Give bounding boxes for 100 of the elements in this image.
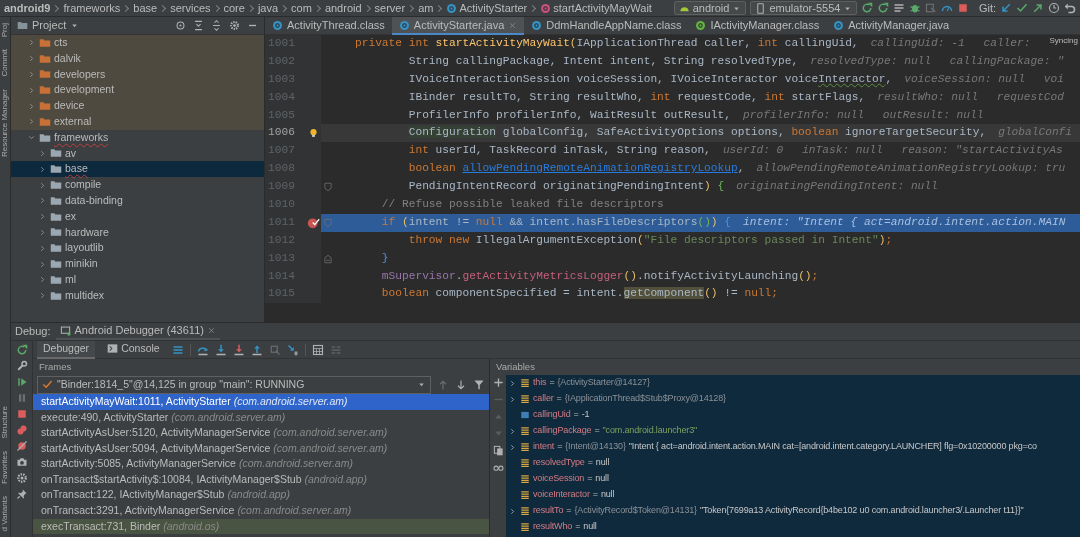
chevron-icon[interactable] bbox=[38, 275, 47, 285]
chevron-icon[interactable] bbox=[27, 70, 36, 79]
drop-frame-icon[interactable] bbox=[268, 343, 281, 356]
tree-item[interactable]: frameworks bbox=[11, 129, 264, 146]
variable-item[interactable]: voiceSession = null bbox=[533, 472, 609, 486]
plus-icon[interactable] bbox=[492, 377, 504, 388]
run-config-dropdown[interactable]: android bbox=[673, 1, 747, 15]
expand-icon[interactable] bbox=[211, 20, 222, 31]
stack-frame[interactable]: startActivityAsUser:5120, ActivityManagerService (com.android.server.am) bbox=[33, 425, 489, 441]
arrow-icon[interactable] bbox=[1000, 2, 1012, 14]
step-out-icon[interactable] bbox=[250, 343, 263, 356]
resume-icon[interactable] bbox=[15, 376, 28, 388]
stack-frame[interactable]: onTransact:122, IActivityManager$Stub (android.app) bbox=[33, 487, 489, 504]
pin-icon[interactable] bbox=[15, 488, 28, 500]
chevron-icon[interactable] bbox=[38, 212, 47, 222]
breadcrumb-item[interactable]: am bbox=[418, 0, 434, 16]
variable-item[interactable]: this = {ActivityStarter@14127} bbox=[533, 376, 650, 390]
breadcrumb-item[interactable]: android9 bbox=[4, 0, 51, 16]
editor-tab[interactable]: IActivityManager.class bbox=[688, 17, 827, 35]
breadcrumb-item[interactable]: server bbox=[374, 0, 406, 16]
settings-icon[interactable] bbox=[229, 20, 240, 31]
sync-icon[interactable] bbox=[877, 2, 890, 14]
device-dropdown[interactable]: emulator-5554 bbox=[750, 1, 858, 15]
tree-item[interactable]: av bbox=[11, 145, 264, 162]
breadcrumb-item[interactable]: base bbox=[133, 0, 158, 16]
wrench-icon[interactable] bbox=[15, 360, 28, 372]
tree-item[interactable]: multidex bbox=[11, 287, 264, 304]
chevron-icon[interactable] bbox=[27, 38, 36, 48]
variable-item[interactable]: callingUid = -1 bbox=[533, 408, 590, 422]
camera-icon[interactable] bbox=[15, 456, 28, 468]
breadcrumb-item[interactable]: services bbox=[170, 0, 211, 16]
tool-window-label[interactable]: Commit bbox=[0, 49, 10, 77]
filter-icon[interactable] bbox=[473, 378, 485, 391]
breadcrumb-item[interactable]: core bbox=[223, 0, 245, 16]
lines-icon[interactable] bbox=[171, 343, 184, 356]
breakpoints-icon[interactable] bbox=[15, 424, 28, 436]
fold-marker-icon[interactable] bbox=[323, 182, 333, 193]
editor-tab[interactable]: DdmHandleAppName.class bbox=[524, 17, 689, 35]
chevron-icon[interactable] bbox=[38, 164, 47, 174]
attach-icon[interactable] bbox=[925, 2, 938, 14]
project-view-selector[interactable]: Project bbox=[17, 17, 80, 34]
chevron-icon[interactable] bbox=[38, 148, 47, 158]
tree-item[interactable]: base bbox=[11, 161, 264, 178]
undo-icon[interactable] bbox=[1064, 2, 1076, 14]
tree-item[interactable]: development bbox=[11, 82, 264, 99]
close-icon[interactable] bbox=[508, 20, 518, 30]
settings-icon[interactable] bbox=[15, 472, 28, 484]
stack-frame[interactable]: onTransact$startActivity$:10084, IActivityManager$Stub (android.app) bbox=[33, 471, 489, 488]
run-to-cursor-icon[interactable] bbox=[286, 343, 299, 356]
clock-icon[interactable] bbox=[1048, 2, 1060, 14]
editor-tab[interactable]: ActivityThread.class bbox=[265, 17, 392, 35]
variable-item[interactable]: voiceInteractor = null bbox=[533, 488, 615, 502]
chevron-icon[interactable] bbox=[27, 117, 36, 127]
tree-item[interactable]: ex bbox=[11, 208, 264, 225]
rerun-icon[interactable] bbox=[15, 344, 28, 356]
calculator-icon[interactable] bbox=[311, 343, 324, 356]
variable-item[interactable]: caller = {IApplicationThread$Stub$Proxy@14128} bbox=[533, 392, 726, 406]
breadcrumb-item[interactable]: android bbox=[324, 0, 362, 16]
arrow-icon[interactable] bbox=[1032, 2, 1044, 14]
stack-frame[interactable]: startActivity:5085, ActivityManagerService (com.android.server.am) bbox=[33, 456, 489, 472]
up-arrow-icon[interactable] bbox=[437, 378, 449, 391]
fold-marker-icon[interactable] bbox=[323, 253, 333, 264]
session-tab[interactable]: Android Debugger (43611) bbox=[56, 323, 220, 340]
tree-item[interactable]: hardware bbox=[11, 224, 264, 241]
list-icon[interactable] bbox=[893, 2, 906, 14]
tree-item[interactable]: device bbox=[11, 98, 264, 114]
editor-tab[interactable]: ActivityStarter.java bbox=[391, 17, 525, 35]
tree-item[interactable]: compile bbox=[11, 177, 264, 193]
tool-window-label[interactable]: Proj bbox=[0, 23, 10, 38]
chevron-icon[interactable] bbox=[38, 259, 47, 269]
editor-tab[interactable]: ActivityManager.java bbox=[826, 17, 957, 35]
stop-icon[interactable] bbox=[15, 408, 28, 420]
chevron-icon[interactable] bbox=[27, 101, 36, 111]
close-icon[interactable] bbox=[206, 326, 216, 335]
tree-item[interactable]: ml bbox=[11, 271, 264, 288]
variable-item[interactable]: resultTo = {ActivityRecord$Token@14131} "Token{7699a13 ActivityRecord{b4be102 u0 com.android.launcher3/.Launcher t11}}" bbox=[533, 504, 1024, 518]
tree-item[interactable]: minikin bbox=[11, 256, 264, 272]
stack-frame[interactable]: execute:490, ActivityStarter (com.android.server.am) bbox=[33, 409, 489, 426]
debug-tab[interactable]: Console bbox=[101, 340, 166, 359]
variable-item[interactable]: resolvedType = null bbox=[533, 456, 610, 470]
tool-window-label[interactable]: Resource Manager bbox=[0, 88, 10, 157]
sync-icon[interactable] bbox=[861, 2, 874, 14]
target-icon[interactable] bbox=[175, 20, 186, 31]
collapse-icon[interactable] bbox=[193, 20, 204, 31]
fold-marker-icon[interactable] bbox=[323, 217, 333, 228]
breadcrumb-item[interactable]: frameworks bbox=[63, 0, 121, 16]
variable-item[interactable]: resultWho = null bbox=[533, 520, 597, 534]
stack-frame[interactable]: startActivityAsUser:5094, ActivityManagerService (com.android.server.am) bbox=[33, 440, 489, 457]
variable-item[interactable]: callingPackage = "com.android.launcher3" bbox=[533, 424, 698, 438]
tool-window-label[interactable]: Structure bbox=[0, 406, 10, 439]
copy-icon[interactable] bbox=[492, 445, 504, 456]
breadcrumb-item[interactable]: ActivityStarter bbox=[446, 0, 528, 16]
tool-window-label[interactable]: Favorites bbox=[0, 450, 10, 484]
tree-item[interactable]: data-binding bbox=[11, 192, 264, 209]
chevron-icon[interactable] bbox=[38, 243, 47, 253]
check-icon[interactable] bbox=[1016, 2, 1028, 14]
chevron-icon[interactable] bbox=[38, 227, 47, 237]
mute-breakpoints-icon[interactable] bbox=[15, 440, 28, 452]
thread-dropdown[interactable]: "Binder:1814_5"@14,125 in group "main": RUNNING bbox=[37, 375, 431, 394]
stack-frame[interactable]: execTransact:731, Binder (android.os) bbox=[33, 518, 489, 535]
